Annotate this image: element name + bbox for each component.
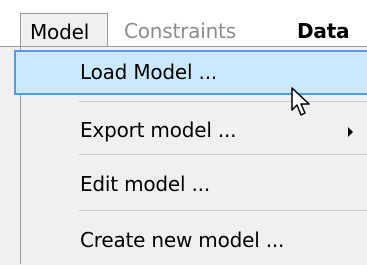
menu-model-label: Model [30, 20, 90, 44]
menu-item-label: Create new model ... [80, 228, 285, 252]
menu-item-export-model[interactable]: Export model ... [21, 106, 367, 153]
menu-data[interactable]: Data [297, 17, 350, 45]
menu-separator [79, 154, 367, 155]
menu-bar: Model Constraints Data [0, 0, 367, 48]
menu-item-label: Export model ... [80, 118, 237, 142]
menu-model[interactable]: Model [20, 13, 108, 47]
menu-item-label: Load Model ... [80, 60, 218, 84]
menu-item-label: Edit model ... [80, 172, 210, 196]
menu-separator [79, 101, 367, 102]
menu-item-edit-model[interactable]: Edit model ... [21, 160, 367, 207]
menu-item-load-model[interactable]: Load Model ... [14, 50, 367, 95]
menu-separator [79, 210, 367, 211]
menu-item-create-new-model[interactable]: Create new model ... [21, 216, 367, 263]
mouse-pointer-icon [291, 87, 310, 116]
chevron-right-icon [348, 127, 353, 137]
menu-constraints[interactable]: Constraints [124, 17, 236, 45]
